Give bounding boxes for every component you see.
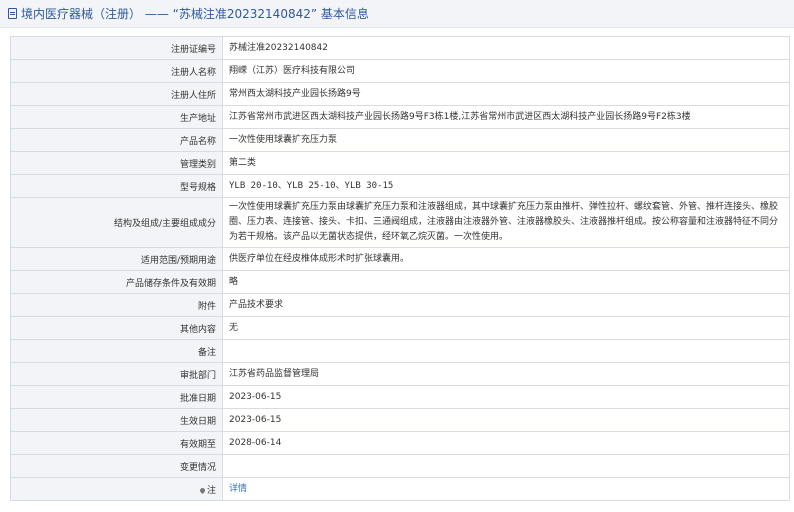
row-value: 一次性使用球囊扩充压力泵由球囊扩充压力泵和注液器组成，其中球囊扩充压力泵由推杆、… (222, 197, 790, 248)
page-header: 境内医疗器械（注册） —— “苏械注准20232140842” 基本信息 (0, 0, 794, 28)
row-value: YLB 20-10、YLB 25-10、YLB 30-15 (222, 174, 790, 198)
row-label: 注册证编号 (10, 36, 223, 60)
row-value: 常州西太湖科技产业园长扬路9号 (222, 82, 790, 106)
row-label-cell: 注 (10, 477, 223, 501)
row-label: 生效日期 (10, 408, 223, 432)
row-structure-composition: 结构及组成/主要组成成分 一次性使用球囊扩充压力泵由球囊扩充压力泵和注液器组成，… (10, 197, 790, 248)
row-valid-until: 有效期至 2028-06-14 (10, 431, 790, 455)
row-label: 批准日期 (10, 385, 223, 409)
row-label: 管理类别 (10, 151, 223, 175)
row-label: 注册人住所 (10, 82, 223, 106)
row-remarks: 备注 (10, 339, 790, 363)
header-record-title: “苏械注准20232140842” (172, 7, 318, 21)
row-approval-department: 审批部门 江苏省药品监督管理局 (10, 362, 790, 386)
document-icon (8, 8, 17, 19)
header-separator: —— (141, 6, 173, 21)
row-value: 翔嵘（江苏）医疗科技有限公司 (222, 59, 790, 83)
row-intended-use: 适用范围/预期用途 供医疗单位在经皮椎体成形术时扩张球囊用。 (10, 247, 790, 271)
row-approval-date: 批准日期 2023-06-15 (10, 385, 790, 409)
row-change-history: 变更情况 (10, 454, 790, 478)
row-value (222, 454, 790, 478)
row-label: 备注 (10, 339, 223, 363)
row-value: 2023-06-15 (222, 408, 790, 432)
info-table: 注册证编号 苏械注准20232140842 注册人名称 翔嵘（江苏）医疗科技有限… (10, 36, 790, 501)
row-value: 产品技术要求 (222, 293, 790, 317)
row-label: 产品储存条件及有效期 (10, 270, 223, 294)
row-registrant-address: 注册人住所 常州西太湖科技产业园长扬路9号 (10, 82, 790, 106)
row-value (222, 339, 790, 363)
info-table-container: 注册证编号 苏械注准20232140842 注册人名称 翔嵘（江苏）医疗科技有限… (10, 36, 790, 501)
row-label: 注册人名称 (10, 59, 223, 83)
row-label: 有效期至 (10, 431, 223, 455)
row-value: 江苏省药品监督管理局 (222, 362, 790, 386)
row-value: 江苏省常州市武进区西太湖科技产业园长扬路9号F3栋1楼,江苏省常州市武进区西太湖… (222, 105, 790, 129)
pin-icon (198, 486, 207, 494)
row-label: 适用范围/预期用途 (10, 247, 223, 271)
details-link[interactable]: 详情 (229, 484, 247, 494)
row-value: 2028-06-14 (222, 431, 790, 455)
row-model-spec: 型号规格 YLB 20-10、YLB 25-10、YLB 30-15 (10, 174, 790, 198)
row-value: 2023-06-15 (222, 385, 790, 409)
row-other-content: 其他内容 无 (10, 316, 790, 340)
row-label: 产品名称 (10, 128, 223, 152)
row-note: 注 详情 (10, 477, 790, 501)
row-value: 苏械注准20232140842 (222, 36, 790, 60)
row-label: 结构及组成/主要组成成分 (10, 197, 223, 248)
row-registrant-name: 注册人名称 翔嵘（江苏）医疗科技有限公司 (10, 59, 790, 83)
row-value: 第二类 (222, 151, 790, 175)
row-value: 略 (222, 270, 790, 294)
row-label: 其他内容 (10, 316, 223, 340)
row-production-address: 生产地址 江苏省常州市武进区西太湖科技产业园长扬路9号F3栋1楼,江苏省常州市武… (10, 105, 790, 129)
row-effective-date: 生效日期 2023-06-15 (10, 408, 790, 432)
row-label: 变更情况 (10, 454, 223, 478)
row-storage-validity: 产品储存条件及有效期 略 (10, 270, 790, 294)
header-suffix: 基本信息 (317, 7, 369, 21)
header-section: 境内医疗器械（注册） (21, 7, 142, 21)
row-attachment: 附件 产品技术要求 (10, 293, 790, 317)
row-label: 审批部门 (10, 362, 223, 386)
row-management-class: 管理类别 第二类 (10, 151, 790, 175)
row-label: 注 (206, 485, 216, 496)
row-label: 生产地址 (10, 105, 223, 129)
row-value-cell: 详情 (222, 477, 790, 501)
row-value: 供医疗单位在经皮椎体成形术时扩张球囊用。 (222, 247, 790, 271)
row-product-name: 产品名称 一次性使用球囊扩充压力泵 (10, 128, 790, 152)
row-value: 无 (222, 316, 790, 340)
row-label: 附件 (10, 293, 223, 317)
row-label: 型号规格 (10, 174, 223, 198)
row-registration-number: 注册证编号 苏械注准20232140842 (10, 36, 790, 60)
row-value: 一次性使用球囊扩充压力泵 (222, 128, 790, 152)
